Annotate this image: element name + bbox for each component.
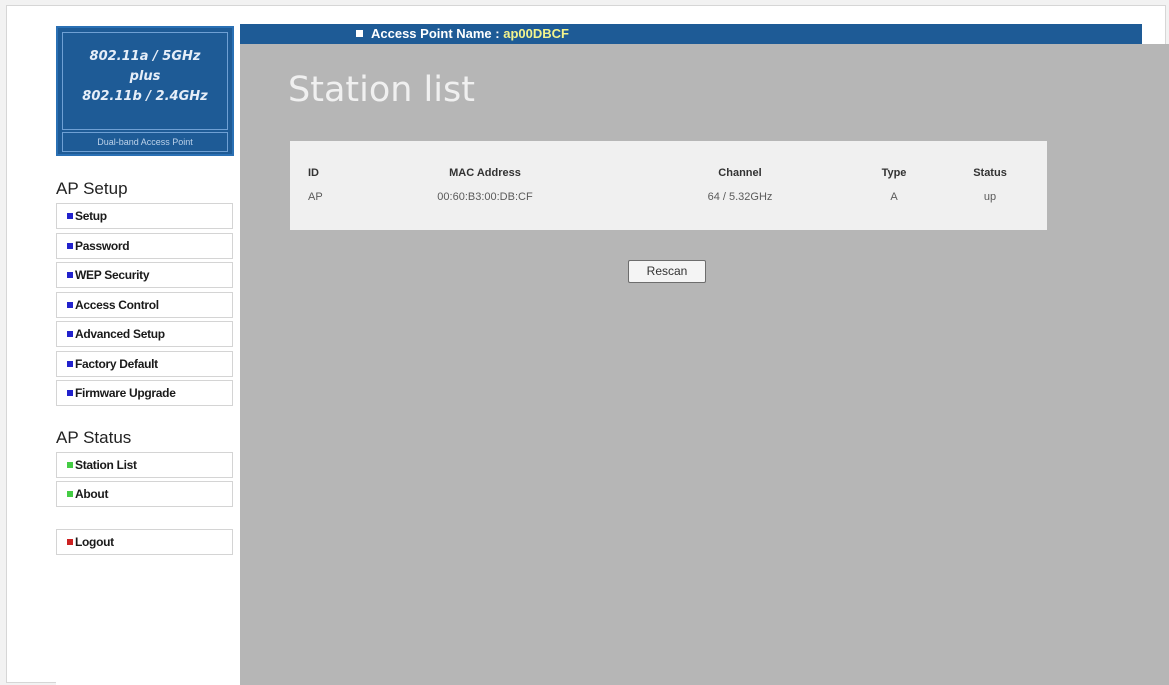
logo-line-2: plus bbox=[129, 69, 161, 84]
logo-line-3: 802.11b / 2.4GHz bbox=[82, 89, 208, 104]
product-logo: 802.11a / 5GHz plus 802.11b / 2.4GHz Dua… bbox=[56, 26, 234, 156]
rescan-button[interactable]: Rescan bbox=[628, 260, 706, 283]
table-cell-status: up bbox=[983, 191, 997, 203]
sidebar-item-factory-default[interactable]: Factory Default bbox=[56, 351, 233, 377]
bullet-icon bbox=[67, 538, 73, 545]
sidebar-item-wep-security[interactable]: WEP Security bbox=[56, 262, 233, 288]
ap-name-value: ap00DBCF bbox=[503, 26, 569, 41]
sidebar-item-setup[interactable]: Setup bbox=[56, 203, 233, 229]
sidebar-item-logout[interactable]: Logout bbox=[56, 529, 233, 555]
column-header-id: ID bbox=[308, 167, 319, 179]
column-header-channel: Channel bbox=[718, 167, 762, 179]
header-bar: Access Point Name : ap00DBCF bbox=[240, 24, 1142, 44]
ap-name-label: Access Point Name : bbox=[371, 26, 500, 41]
bullet-icon bbox=[67, 330, 73, 337]
ap-setup-heading: AP Setup bbox=[56, 179, 128, 198]
column-header-mac: MAC Address bbox=[449, 167, 521, 179]
station-table: ID MAC Address Channel Type Status AP 00… bbox=[290, 141, 1047, 230]
table-cell-mac: 00:60:B3:00:DB:CF bbox=[437, 191, 533, 203]
column-header-type: Type bbox=[881, 167, 907, 179]
bullet-icon bbox=[67, 461, 73, 468]
bullet-icon bbox=[356, 30, 363, 38]
bullet-icon bbox=[67, 389, 73, 396]
sidebar-item-about[interactable]: About bbox=[56, 481, 233, 507]
page-title: Station list bbox=[288, 70, 475, 110]
ap-status-heading: AP Status bbox=[56, 428, 132, 447]
bullet-icon bbox=[67, 271, 73, 278]
sidebar-item-advanced-setup[interactable]: Advanced Setup bbox=[56, 321, 233, 347]
bullet-icon bbox=[67, 242, 73, 249]
sidebar-item-password[interactable]: Password bbox=[56, 233, 233, 259]
bullet-icon bbox=[67, 301, 73, 308]
table-cell-channel: 64 / 5.32GHz bbox=[707, 191, 773, 203]
bullet-icon bbox=[67, 360, 73, 367]
sidebar-item-station-list[interactable]: Station List bbox=[56, 452, 233, 478]
sidebar-item-firmware-upgrade[interactable]: Firmware Upgrade bbox=[56, 380, 233, 406]
bullet-icon bbox=[67, 490, 73, 497]
column-header-status: Status bbox=[973, 167, 1007, 179]
sidebar-item-access-control[interactable]: Access Control bbox=[56, 292, 233, 318]
bullet-icon bbox=[67, 212, 73, 219]
logo-line-1: 802.11a / 5GHz bbox=[89, 49, 201, 64]
table-cell-type: A bbox=[890, 191, 898, 203]
table-cell-id: AP bbox=[308, 191, 323, 203]
logo-subtitle: Dual-band Access Point bbox=[62, 132, 228, 152]
sidebar: 802.11a / 5GHz plus 802.11b / 2.4GHz Dua… bbox=[56, 26, 240, 685]
